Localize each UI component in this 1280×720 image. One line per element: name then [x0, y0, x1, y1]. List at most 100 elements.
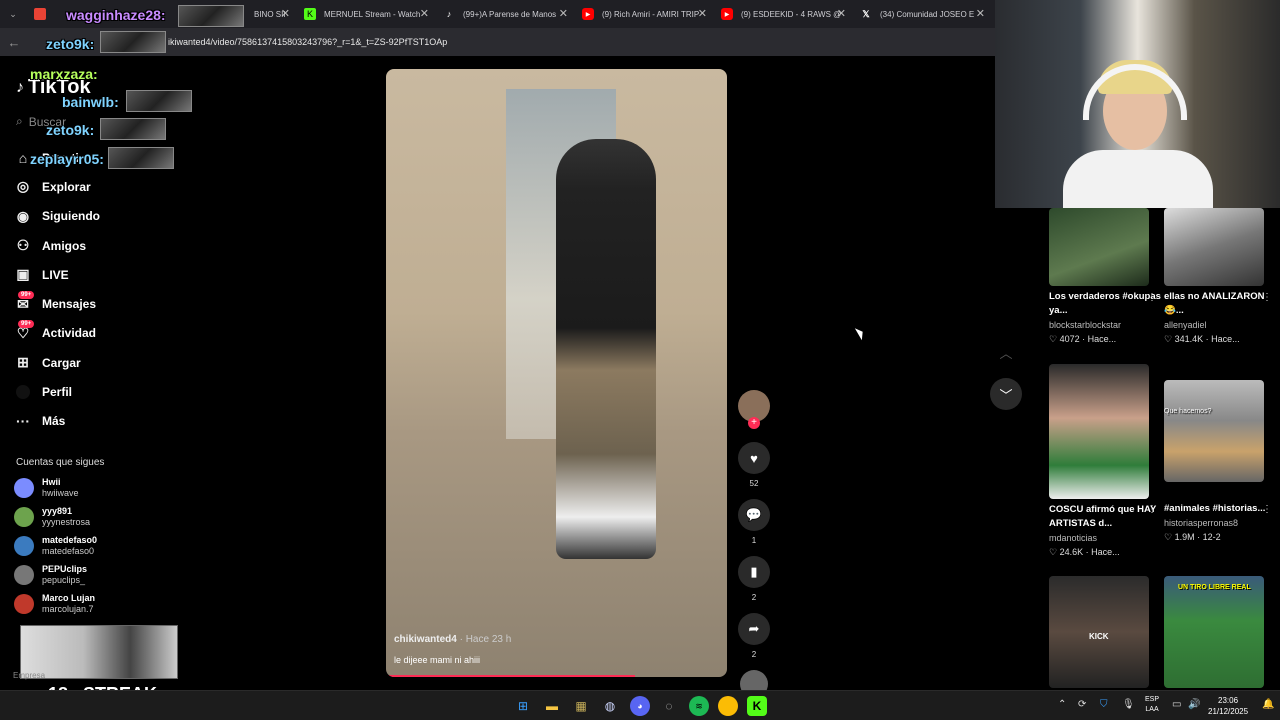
following-account[interactable]: Marco Lujan marcolujan.7 — [14, 593, 95, 615]
app-icon[interactable]: ▦ — [571, 696, 591, 716]
streamer-webcam — [995, 0, 1280, 208]
avatar — [14, 594, 34, 614]
following-icon: ◉ — [16, 207, 30, 224]
close-icon[interactable]: ✕ — [281, 7, 290, 20]
profile-icon — [14, 385, 32, 400]
heart-outline-icon: ♡ — [1164, 334, 1175, 344]
more-icon[interactable]: ⋮ — [1147, 292, 1157, 303]
back-icon[interactable]: ← — [0, 35, 28, 50]
chat-username: zeto9k: — [46, 122, 95, 138]
video-player[interactable]: chikiwanted4 · Hace 23 h le dijeee mami … — [386, 69, 727, 677]
sidebar-item-actividad[interactable]: ♡ 99+ Actividad — [14, 319, 194, 348]
webcam-shirt — [1063, 150, 1213, 208]
activity-icon: ♡ 99+ — [14, 319, 35, 342]
spotify-icon[interactable]: ≋ — [689, 696, 709, 716]
browser-tab-5[interactable]: 𝕏 (34) Comunidad JOSEO E ✕ — [852, 0, 991, 28]
chat-username: wagginhaze28: — [66, 7, 166, 23]
kick-icon[interactable]: K — [747, 696, 767, 716]
network-icon[interactable]: ▭ — [1172, 699, 1181, 710]
volume-icon[interactable]: 🔊 — [1188, 699, 1200, 710]
tiktok-icon: ♪ — [446, 9, 452, 19]
steam-icon[interactable]: ◍ — [600, 696, 620, 716]
next-video-button[interactable]: ﹀ — [990, 378, 1022, 410]
bookmark-button[interactable]: ▮ — [738, 556, 770, 588]
more-icon: ··· — [16, 413, 30, 430]
sync-icon[interactable]: ⟳ — [1078, 699, 1086, 710]
more-icon[interactable]: ⋮ — [1262, 292, 1272, 303]
compass-icon: ◎ — [16, 178, 30, 195]
file-explorer-icon[interactable]: ▬ — [542, 696, 562, 716]
chat-emote-image — [178, 5, 244, 27]
youtube-icon: ▶ — [721, 8, 733, 20]
microphone-icon[interactable]: 🎙 — [1122, 699, 1135, 710]
screen: ⌄ BINO SII ✕ K MERNUEL Stream - Watch ✕ … — [0, 0, 1280, 720]
chat-emote-image — [108, 147, 174, 169]
recommended-video[interactable]: ⋮ ellas no ANALIZARON 😂... allenyadiel ♡… — [1164, 208, 1276, 345]
close-icon[interactable]: ✕ — [420, 7, 429, 20]
comment-button[interactable]: 💬 — [738, 499, 770, 531]
following-account[interactable]: matedefaso0 matedefaso0 — [14, 535, 97, 557]
chevron-up-icon[interactable]: ⌃ — [1058, 699, 1066, 710]
follow-plus-icon[interactable]: + — [748, 417, 760, 429]
recommended-video[interactable]: Que hacemos? ⋮ #animales #historias... h… — [1164, 380, 1276, 543]
recommended-video[interactable]: UN TIRO LIBRE REAL — [1164, 576, 1276, 688]
browser-tab-2[interactable]: ♪ (99+)A Parense de Manos ✕ — [435, 0, 574, 28]
upload-icon: ⊞ — [17, 354, 29, 371]
video-time: · Hace 23 h — [459, 634, 512, 645]
chat-emote-image — [100, 118, 166, 140]
recommended-video[interactable]: KICK — [1049, 576, 1161, 688]
sidebar-item-amigos[interactable]: ⚇ Amigos — [14, 231, 194, 260]
like-count: 52 — [749, 479, 759, 488]
browser-tab-1[interactable]: K MERNUEL Stream - Watch ✕ — [296, 0, 435, 28]
following-account[interactable]: PEPUclips pepuclips_ — [14, 564, 87, 586]
close-icon[interactable]: ✕ — [559, 7, 568, 20]
close-icon[interactable]: ✕ — [837, 7, 846, 20]
footer-link[interactable]: Empresa — [13, 671, 45, 680]
close-icon[interactable]: ✕ — [976, 7, 985, 20]
share-count: 2 — [751, 650, 757, 659]
notification-bell-icon[interactable]: 🔔 — [1262, 699, 1274, 710]
more-icon[interactable]: ⋮ — [1262, 504, 1272, 515]
language-indicator[interactable]: ESP LAA — [1145, 695, 1159, 715]
discord-icon[interactable]: ◕ — [630, 696, 650, 716]
obs-icon[interactable]: ◌ — [659, 696, 679, 716]
chat-username: bainwlb: — [62, 94, 119, 110]
avatar — [14, 536, 34, 556]
search-icon: ⌕ — [16, 114, 23, 128]
avatar — [14, 565, 34, 585]
system-clock[interactable]: 23:06 21/12/2025 — [1208, 695, 1248, 717]
mouse-cursor — [854, 325, 867, 341]
author-avatar[interactable]: + — [738, 390, 770, 429]
like-button[interactable]: ♥ — [738, 442, 770, 474]
sidebar-item-explorar[interactable]: ◎ Explorar — [14, 172, 194, 201]
chrome-icon[interactable] — [718, 696, 738, 716]
browser-tab-4[interactable]: ▶ (9) ESDEEKID - 4 RAWS @ ✕ — [713, 0, 852, 28]
url-input[interactable]: ikiwanted4/video/7586137415803243796?_r=… — [168, 37, 447, 47]
windows-start-icon[interactable]: ⊞ — [513, 696, 533, 716]
following-account[interactable]: yyy891 yyynestrosa — [14, 506, 90, 528]
sidebar-item-live[interactable]: ▣ LIVE — [14, 260, 194, 289]
video-thumbnail: KICK — [1049, 576, 1149, 688]
more-icon[interactable]: ⋮ — [1147, 504, 1157, 515]
heart-outline-icon: ♡ — [1049, 547, 1060, 557]
prev-video-button[interactable]: ︿ — [990, 336, 1022, 368]
recommended-video[interactable]: ⋮ COSCU afirmó que HAY ARTISTAS d... mda… — [1049, 364, 1161, 558]
sidebar-item-mas[interactable]: ··· Más — [14, 407, 194, 436]
close-icon[interactable]: ✕ — [698, 7, 707, 20]
notification-badge: 99+ — [18, 290, 35, 299]
browser-tab-3[interactable]: ▶ (9) Rich Amiri - AMIRI TRIP ✕ — [574, 0, 713, 28]
sidebar-item-perfil[interactable]: Perfil — [14, 377, 194, 406]
chevron-up-icon: ︿ — [999, 345, 1013, 361]
messages-icon: ✉ 99+ — [14, 290, 35, 313]
recommended-video[interactable]: ⋮ Los verdaderos #okupas ya... blockstar… — [1049, 208, 1161, 345]
following-account[interactable]: Hwii hwiiwave — [14, 477, 79, 499]
sidebar-item-mensajes[interactable]: ✉ 99+ Mensajes — [14, 289, 194, 318]
share-button[interactable]: ➦ — [738, 613, 770, 645]
tab-search-icon[interactable]: ⌄ — [0, 0, 26, 28]
shield-icon[interactable]: ⛉ — [1100, 699, 1108, 710]
windows-taskbar: ⊞ ▬ ▦ ◍ ◕ ◌ ≋ K ⌃ ⟳ ⛉ 🎙 ESP LAA ▭ 🔊 23:0… — [0, 690, 1280, 720]
video-author[interactable]: chikiwanted4 — [394, 634, 457, 645]
video-progress-bar[interactable] — [386, 675, 635, 677]
sidebar-item-cargar[interactable]: ⊞ Cargar — [14, 348, 194, 377]
sidebar-item-siguiendo[interactable]: ◉ Siguiendo — [14, 202, 194, 231]
